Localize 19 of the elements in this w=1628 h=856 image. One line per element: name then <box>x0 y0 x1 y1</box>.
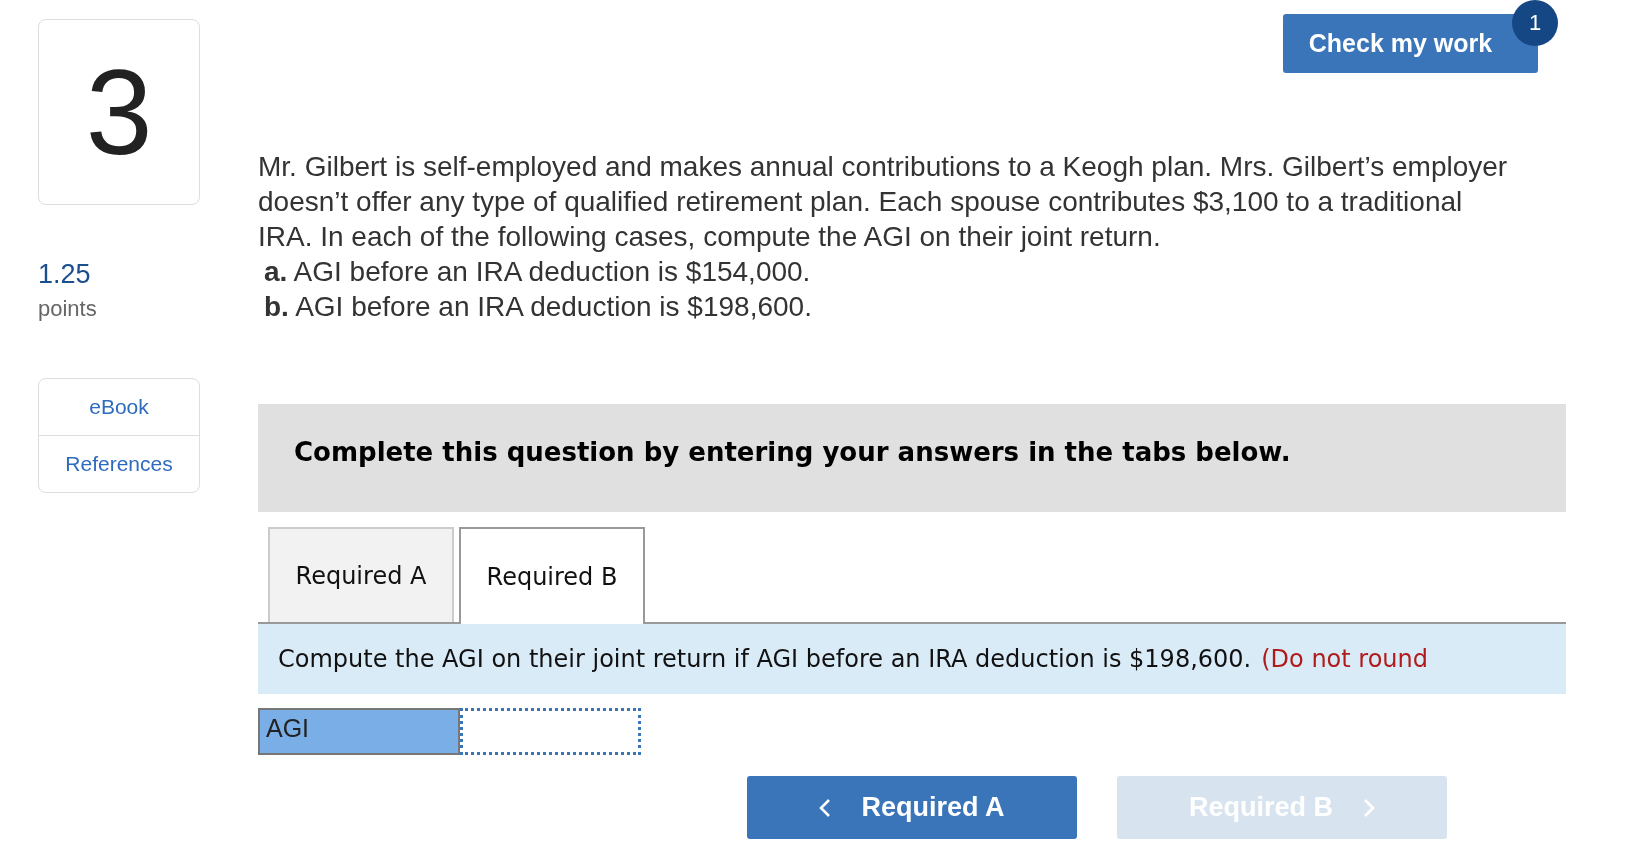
question-part: a. AGI before an IRA deduction is $154,000. <box>264 255 812 289</box>
previous-button[interactable]: Required A <box>747 776 1077 839</box>
answer-input-field[interactable] <box>460 708 641 755</box>
question-part: b. AGI before an IRA deduction is $198,600. <box>264 290 813 324</box>
prompt-note: (Do not round <box>1261 645 1428 673</box>
chevron-right-icon <box>1363 797 1375 818</box>
resource-link[interactable]: eBook <box>39 379 199 435</box>
points-label: points <box>38 296 98 322</box>
attempts-badge: 1 <box>1512 0 1558 46</box>
points-value: 1.25 <box>38 259 92 290</box>
tab[interactable]: Required A <box>268 527 454 622</box>
chevron-left-icon <box>819 797 832 818</box>
instruction-text: Complete this question by entering your answers in the tabs below. <box>294 437 1291 467</box>
answer-label: AGI <box>258 708 460 755</box>
question-text: Mr. Gilbert is self-employed and makes annual contributions to a Keogh plan. Mrs. Gilbert’s employer doesn’t offer any type of qualified retirement plan. Each spouse contributes $3,100 to a traditional IRA. In each of the following cases, compute the AGI on their joint return. <box>258 150 1508 254</box>
prompt-text: Compute the AGI on their joint return if AGI before an IRA deduction is $198,600. <box>278 645 1252 673</box>
tab[interactable]: Required B <box>459 527 645 624</box>
question-number: 3 <box>85 52 153 172</box>
resource-link[interactable]: References <box>39 435 199 492</box>
